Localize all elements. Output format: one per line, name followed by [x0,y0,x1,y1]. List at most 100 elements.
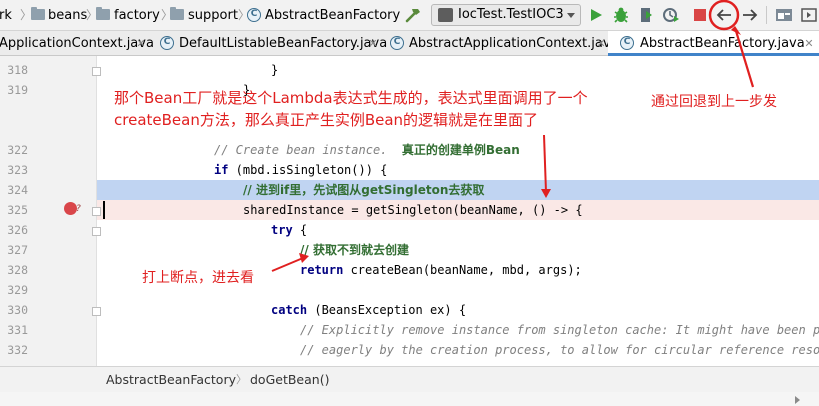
close-icon[interactable]: ✕ [596,31,606,56]
debug-icon[interactable] [611,5,631,25]
toolbar-divider [766,6,767,24]
run-configuration-label: IocTest.TestIOC3 [458,7,564,22]
text-caret [103,201,105,219]
annotation-main-line1: 那个Bean工厂就是这个Lambda表达式生成的，表达式里面调用了一个 [114,89,588,107]
code-line: 331 // Explicitly remove instance from s… [0,320,819,340]
line-number: 325 [7,203,28,217]
hammer-icon[interactable] [403,5,423,25]
keyword: catch [271,303,308,317]
fold-marker[interactable] [92,227,101,236]
code-rest: (mbd.isSingleton()) { [228,163,388,177]
forward-icon[interactable] [740,5,760,25]
breadcrumb-method[interactable]: doGetBean() [250,367,329,393]
line-number: 332 [7,343,28,357]
folder-icon [31,7,45,20]
code-line-highlighted: 324 // 进到if里，先试图从getSingleton去获取 [0,180,819,200]
annotation-breakpoint-note: 打上断点，进去看 [142,270,254,286]
keyword: try [271,223,293,237]
navigation-bar: rk 〉 beans 〉 factory 〉 support 〉 C Abstr… [0,0,819,31]
line-number: 331 [7,323,28,337]
line-number: 323 [7,163,28,177]
class-icon: C [247,8,261,22]
code-comment: // eagerly by the creation process, to a… [300,343,819,357]
tab-label: AbstractBeanFactory.java [640,36,805,51]
breadcrumb-item[interactable]: support [188,0,238,31]
comment-cn-text: 真正的创建单例Bean [401,143,520,157]
project-structure-icon[interactable] [774,5,794,25]
breadcrumb-item[interactable]: beans [48,0,87,31]
horizontal-scrollbar[interactable] [0,392,819,406]
class-icon: C [160,36,174,50]
stop-icon[interactable] [690,5,710,25]
line-number: 329 [7,283,28,297]
keyword: return [300,263,344,277]
folder-icon [170,7,184,20]
annotation-back-note: 通过回退到上一步发 [651,94,777,110]
code-comment: // 获取不到就去创建 [300,243,409,257]
scroll-right-icon[interactable] [795,396,800,404]
breadcrumb-separator: 〉 [236,373,247,386]
tab-label: DefaultListableBeanFactory.java [179,36,388,51]
breadcrumb-item[interactable]: rk [0,0,12,31]
code-comment: // 进到if里，先试图从getSingleton去获取 [243,183,485,197]
code-comment: // Create bean instance. 真正的创建单例Bean [214,140,520,160]
back-icon[interactable] [714,5,734,25]
breadcrumb-item[interactable]: factory [114,0,160,31]
tab-label: AbstractApplicationContext.java [409,36,619,51]
tab-abstract-bean-factory[interactable]: C AbstractBeanFactory.java ✕ [608,31,819,56]
config-icon [438,8,453,22]
breakpoint-lambda-icon: ? [76,204,81,214]
code-comment: // Explicitly remove instance from singl… [300,323,819,337]
line-number: 322 [7,143,28,157]
code-text: if (mbd.isSingleton()) { [214,160,387,180]
code-text: } [271,63,279,77]
code-text: sharedInstance = getSingleton(beanName, … [243,203,583,217]
chevron-down-icon [567,13,575,18]
run-icon[interactable] [586,5,606,25]
line-number: 328 [7,263,28,277]
code-line: 326 try { [0,220,819,240]
code-line: 322 // Create bean instance. 真正的创建单例Bean [0,140,819,160]
fold-marker[interactable] [92,307,101,316]
comment-text: // Create bean instance. [214,143,402,157]
line-number: 327 [7,243,28,257]
code-rest: (BeansException ex) { [307,303,467,317]
code-line: 327 // 获取不到就去创建 [0,240,819,260]
annotation-main-line2: createBean方法，那么真正产生实例Bean的逻辑就是在里面了 [114,111,539,129]
breadcrumb-item[interactable]: AbstractBeanFactory [265,0,400,31]
fold-marker[interactable] [92,207,101,216]
line-number: 319 [7,83,28,97]
keyword: if [214,163,229,177]
tab-abstract-application-context[interactable]: C AbstractApplicationContext.java ✕ [380,31,619,56]
code-text: catch (BeansException ex) { [271,300,466,320]
code-line: 318 } [0,60,819,80]
close-icon[interactable]: ✕ [368,31,378,56]
fold-marker[interactable] [92,67,101,76]
close-icon[interactable]: ✕ [136,31,146,56]
code-line: 332 // eagerly by the creation process, … [0,340,819,360]
profile-icon[interactable] [661,5,681,25]
tab-default-listable-bean-factory[interactable]: C DefaultListableBeanFactory.java ✕ [150,31,387,56]
class-icon: C [620,36,634,50]
code-line: 328 return createBean(beanName, mbd, arg… [0,260,819,280]
code-rest: createBean(beanName, mbd, args); [343,263,582,277]
code-line: 323 if (mbd.isSingleton()) { [0,160,819,180]
line-number: 318 [7,63,28,77]
line-number: 324 [7,183,28,197]
line-number: 330 [7,303,28,317]
code-text: try { [271,220,307,240]
code-line-breakpoint: 325 ? sharedInstance = getSingleton(bean… [0,200,819,220]
tab-label: ApplicationContext.java [0,36,154,51]
editor-breadcrumb: AbstractBeanFactory 〉 doGetBean() [0,366,819,392]
breadcrumb-class[interactable]: AbstractBeanFactory [106,367,236,393]
more-icon[interactable] [799,5,819,25]
line-number: 326 [7,223,28,237]
code-rest: { [292,223,308,237]
code-line: 329 [0,280,819,300]
class-icon: C [390,36,404,50]
editor-tab-bar: ApplicationContext.java ✕ C DefaultLista… [0,31,819,56]
coverage-icon[interactable] [636,5,656,25]
close-icon[interactable]: ✕ [804,31,814,56]
tab-application-context[interactable]: ApplicationContext.java ✕ [0,31,154,56]
run-configuration-select[interactable]: IocTest.TestIOC3 [431,4,581,26]
